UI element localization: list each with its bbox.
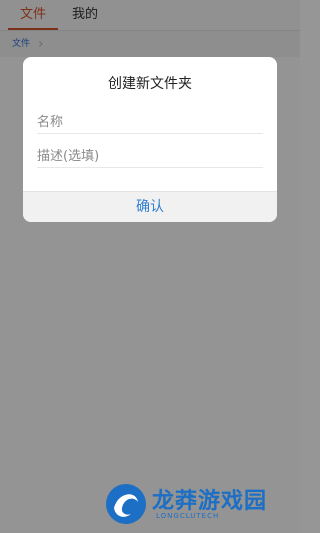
watermark-subtitle: LONGCLUTECH xyxy=(156,512,220,520)
watermark-title: 龙莽游戏园 xyxy=(152,489,268,514)
dialog-title: 创建新文件夹 xyxy=(108,76,192,92)
name-field xyxy=(37,111,263,134)
description-field xyxy=(37,145,263,168)
description-input[interactable] xyxy=(37,145,263,168)
watermark: 龙莽游戏园 LONGCLUTECH xyxy=(104,482,290,526)
watermark-logo-icon xyxy=(106,484,146,524)
create-folder-dialog: 创建新文件夹 确认 xyxy=(23,57,277,222)
confirm-button[interactable]: 确认 xyxy=(23,192,277,222)
name-input[interactable] xyxy=(37,111,263,134)
dialog-footer: 确认 xyxy=(23,191,277,222)
